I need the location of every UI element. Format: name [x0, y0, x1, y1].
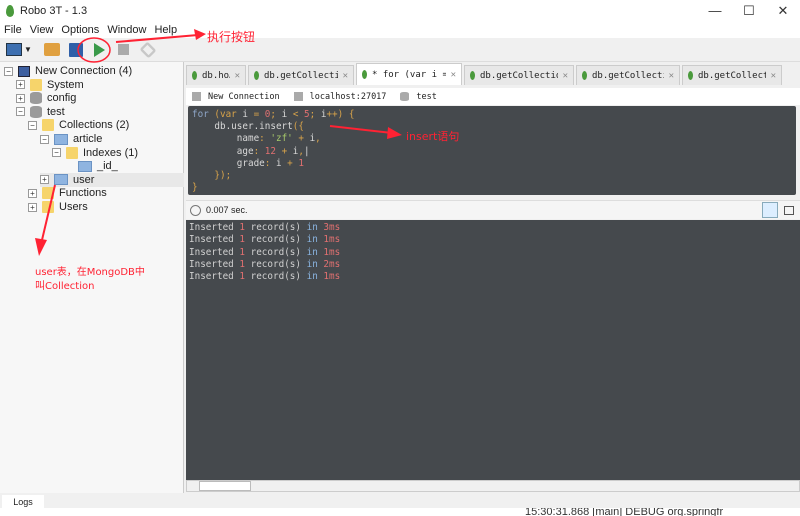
- annotation-arrow-user: [41, 184, 56, 241]
- annotation-user-2: 叫Collection: [35, 281, 95, 292]
- annotation-circle: [77, 37, 111, 63]
- annotation-overlay: [35, 29, 402, 256]
- annotation-arrow-insert: [329, 125, 393, 134]
- arrowhead: [194, 29, 206, 40]
- annotation-execute: 执行按钮: [207, 30, 256, 44]
- arrowhead: [35, 238, 47, 256]
- annotation-arrow-execute: [115, 34, 199, 43]
- arrowhead: [387, 127, 402, 139]
- annotation-insert: insert语句: [406, 130, 460, 143]
- annotation-user-1: user表，在MongoDB中: [35, 267, 145, 278]
